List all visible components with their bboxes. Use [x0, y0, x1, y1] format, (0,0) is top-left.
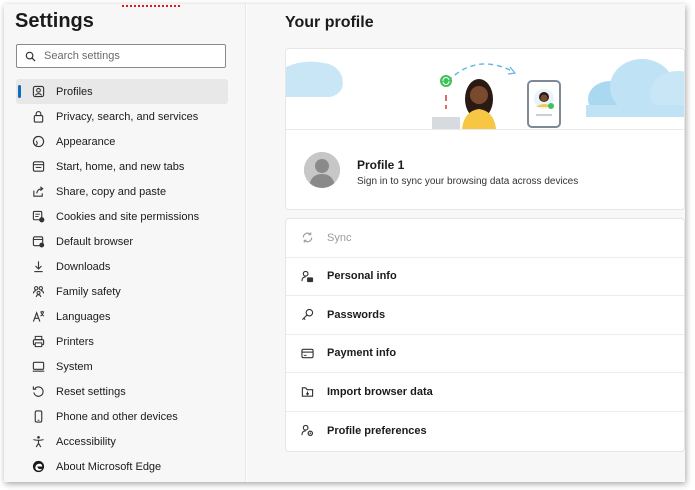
default-browser-icon — [30, 234, 46, 250]
sync-icon — [300, 231, 314, 245]
sidebar-item-label: Cookies and site permissions — [56, 210, 200, 223]
sidebar-item-label: Appearance — [56, 135, 116, 148]
sidebar-item-downloads[interactable]: Downloads — [16, 254, 228, 279]
search-input[interactable] — [44, 50, 214, 62]
sidebar-item-profiles[interactable]: Profiles — [16, 79, 228, 104]
sidebar-item-label: Languages — [56, 310, 111, 323]
list-item-passwords[interactable]: Passwords — [286, 296, 684, 335]
lock-icon — [30, 109, 46, 125]
sidebar-item-label: Profiles — [56, 85, 93, 98]
page-title: Your profile — [285, 14, 374, 31]
edge-logo-icon — [30, 459, 46, 475]
list-item-label: Import browser data — [327, 385, 433, 398]
import-icon — [300, 385, 314, 399]
languages-icon — [30, 309, 46, 325]
list-item-profile-preferences[interactable]: Profile preferences — [286, 412, 684, 451]
profile-card: Profile 1 Sign in to sync your browsing … — [285, 48, 685, 210]
sidebar-item-label: About Microsoft Edge — [56, 460, 162, 473]
search-icon — [25, 51, 36, 62]
sidebar-item-label: Phone and other devices — [56, 410, 178, 423]
system-icon — [30, 359, 46, 375]
list-item-sync[interactable]: Sync — [286, 219, 684, 258]
sidebar-item-start-home[interactable]: Start, home, and new tabs — [16, 154, 228, 179]
sidebar-item-label: Reset settings — [56, 385, 126, 398]
profile-settings-list: Sync Personal info Passwords Payment inf… — [285, 218, 685, 452]
reset-icon — [30, 384, 46, 400]
sidebar-item-accessibility[interactable]: Accessibility — [16, 429, 228, 454]
family-icon — [30, 284, 46, 300]
sidebar-item-label: Accessibility — [56, 435, 116, 448]
list-item-label: Personal info — [327, 270, 397, 283]
profile-preferences-icon — [300, 424, 314, 438]
list-item-personal-info[interactable]: Personal info — [286, 258, 684, 296]
sidebar-item-printers[interactable]: Printers — [16, 329, 228, 354]
download-icon — [30, 259, 46, 275]
list-item-label: Sync — [327, 231, 352, 244]
credit-card-icon — [300, 346, 314, 360]
list-item-import[interactable]: Import browser data — [286, 373, 684, 412]
profile-banner — [286, 49, 684, 129]
appearance-icon — [30, 134, 46, 150]
sidebar-item-share[interactable]: Share, copy and paste — [16, 179, 228, 204]
sidebar-item-system[interactable]: System — [16, 354, 228, 379]
sidebar-item-label: Family safety — [56, 285, 121, 298]
personal-info-icon — [300, 269, 314, 283]
profile-subtitle: Sign in to sync your browsing data acros… — [357, 176, 579, 187]
profile-name: Profile 1 — [357, 158, 405, 172]
profile-row[interactable]: Profile 1 Sign in to sync your browsing … — [286, 129, 684, 209]
list-item-payment-info[interactable]: Payment info — [286, 335, 684, 373]
sidebar-item-appearance[interactable]: Appearance — [16, 129, 228, 154]
search-box[interactable] — [16, 44, 226, 68]
cookies-icon — [30, 209, 46, 225]
list-item-label: Payment info — [327, 347, 397, 360]
settings-title: Settings — [15, 10, 94, 32]
banner-illustration — [286, 59, 684, 129]
profiles-icon — [30, 84, 46, 100]
printer-icon — [30, 334, 46, 350]
avatar-person-icon — [304, 152, 340, 188]
sidebar-item-privacy[interactable]: Privacy, search, and services — [16, 104, 228, 129]
sidebar-item-family[interactable]: Family safety — [16, 279, 228, 304]
sidebar-item-label: Printers — [56, 335, 94, 348]
sidebar-nav: Profiles Privacy, search, and services A… — [16, 79, 228, 479]
sidebar-item-label: System — [56, 360, 93, 373]
sidebar-item-label: Privacy, search, and services — [56, 110, 199, 123]
list-item-label: Passwords — [327, 308, 386, 321]
share-icon — [30, 184, 46, 200]
sidebar-item-label: Downloads — [56, 260, 111, 273]
sidebar: Settings Profiles Privacy, search, and s… — [4, 4, 246, 482]
start-home-icon — [30, 159, 46, 175]
phone-icon — [30, 409, 46, 425]
sidebar-item-about[interactable]: About Microsoft Edge — [16, 454, 228, 479]
settings-window: Settings Profiles Privacy, search, and s… — [4, 4, 685, 482]
sidebar-item-default-browser[interactable]: Default browser — [16, 229, 228, 254]
key-icon — [300, 308, 314, 322]
sidebar-item-label: Start, home, and new tabs — [56, 160, 185, 173]
red-annotation-mark — [122, 4, 180, 7]
sidebar-item-reset[interactable]: Reset settings — [16, 379, 228, 404]
accessibility-icon — [30, 434, 46, 450]
main-content: Your profile Profile 1 Sign in to sync y… — [247, 4, 685, 482]
sidebar-item-label: Share, copy and paste — [56, 185, 167, 198]
avatar — [304, 152, 340, 188]
sidebar-item-cookies[interactable]: Cookies and site permissions — [16, 204, 228, 229]
sidebar-item-label: Default browser — [56, 235, 134, 248]
sidebar-item-phone[interactable]: Phone and other devices — [16, 404, 228, 429]
sidebar-item-languages[interactable]: Languages — [16, 304, 228, 329]
list-item-label: Profile preferences — [327, 424, 427, 437]
